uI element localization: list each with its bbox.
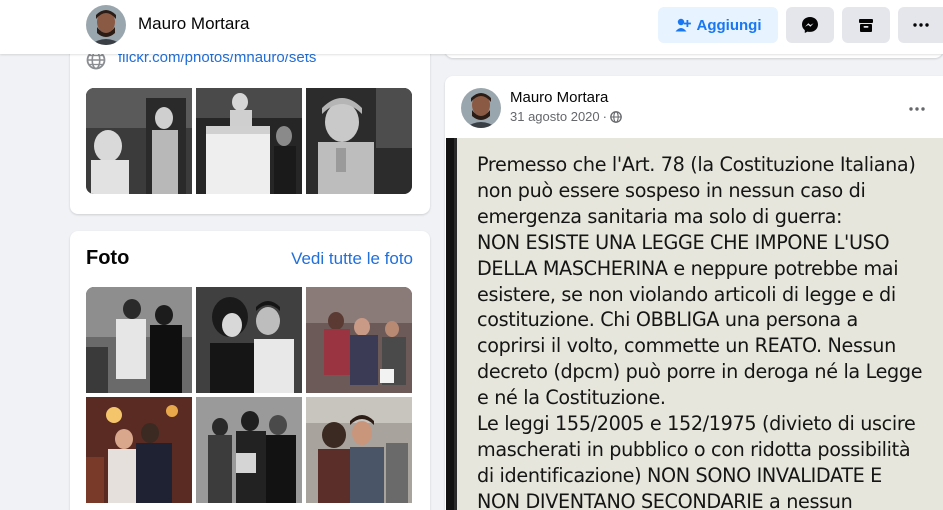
globe-icon [610,110,622,123]
post-text-line: e né la Costituzione. [477,386,666,410]
post-text-line: DELLA MASCHERINA e neppure potrebbe mai [477,256,899,280]
more-options-button[interactable] [898,7,943,43]
archive-button[interactable] [842,7,890,43]
profile-name[interactable]: Mauro Mortara [138,14,249,34]
post-text-line: costituzione. Chi OBBLIGA una persona a [477,308,858,332]
profile-avatar[interactable] [86,5,126,45]
photo-thumbnail[interactable] [306,397,412,503]
post-text-line: NON ESISTE UNA LEGGE CHE IMPONE L'USO [477,230,890,254]
post-author-name[interactable]: Mauro Mortara [510,89,608,106]
photo-thumbnail[interactable] [196,397,302,503]
user-plus-icon [675,18,691,32]
post-date[interactable]: 31 agosto 2020 [510,109,600,124]
more-icon [909,107,925,111]
post-text-line: coprirsi il volto, commette un REATO. Ne… [477,334,896,358]
post-text-line: emergenza sanitaria ma solo di guerra: [477,204,843,228]
post-text-line: decreto (dpcm) può porre in deroga né la… [477,360,923,384]
archive-icon [859,19,873,32]
post-author-avatar[interactable] [461,88,501,128]
featured-photos [86,88,412,194]
add-friend-button[interactable]: Aggiungi [658,7,778,43]
post-text-line: mascherati in pubblico o con ridotta pos… [477,437,911,461]
post-text-line: non può essere sospeso in nessun caso di [477,178,866,202]
post-image-paper: Premesso che l'Art. 78 (la Costituzione … [454,138,943,510]
featured-photo[interactable] [196,88,302,194]
more-icon [912,23,929,27]
intro-card: flickr.com/photos/mnauro/sets [70,40,430,214]
post-text-line: esistere, se non violando articoli di le… [477,282,896,306]
post-text-line: Le leggi 155/2005 e 152/1975 (divieto di… [477,412,916,436]
photo-thumbnail[interactable] [86,287,192,393]
post-meta: 31 agosto 2020 · [510,109,622,124]
post-text-line: NON DIVENTANO SECONDARIE a nessun [477,489,853,510]
photos-title: Foto [86,247,130,269]
post-image-text: Premesso che l'Art. 78 (la Costituzione … [477,152,943,510]
post-text-line: Premesso che l'Art. 78 (la Costituzione … [477,153,916,176]
profile-header-bar: Mauro Mortara Aggiungi [0,0,943,54]
photos-card: Foto Vedi tutte le foto [70,231,430,510]
post-text-line: di identificazione) NON SONO INVALIDATE … [477,463,882,487]
meta-separator: · [602,109,607,124]
photo-grid [86,287,412,503]
photo-thumbnail[interactable] [196,287,302,393]
featured-photo[interactable] [306,88,412,194]
messenger-icon [802,17,818,33]
photo-thumbnail[interactable] [306,287,412,393]
featured-photo[interactable] [86,88,192,194]
post-card: Mauro Mortara 31 agosto 2020 · Premesso … [445,76,943,510]
see-all-photos-link[interactable]: Vedi tutte le foto [291,249,413,269]
messenger-button[interactable] [786,7,834,43]
post-image[interactable]: Premesso che l'Art. 78 (la Costituzione … [446,138,943,510]
photo-thumbnail[interactable] [86,397,192,503]
add-friend-label: Aggiungi [696,16,762,34]
post-options-button[interactable] [909,98,925,116]
